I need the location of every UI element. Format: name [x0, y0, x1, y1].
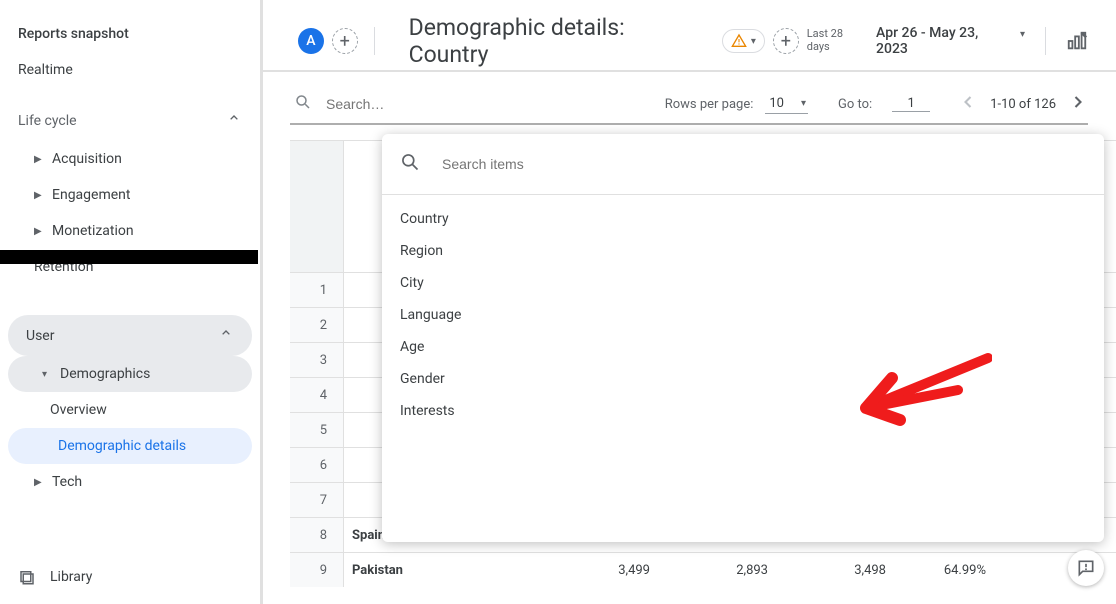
table-toolbar: Rows per page: 10 ▾ Go to: 1 1-10 of 126 [290, 85, 1088, 125]
table-row[interactable]: 9 Pakistan 3,499 2,893 3,498 64.99% [290, 552, 1116, 587]
sidebar-item-label: Overview [50, 402, 107, 418]
row-number: 7 [290, 483, 344, 517]
sidebar-item-realtime[interactable]: Realtime [0, 52, 260, 88]
sidebar-section-label: Life cycle [18, 113, 77, 129]
popover-item-language[interactable]: Language [382, 299, 1104, 331]
caret-down-icon: ▾ [751, 36, 756, 47]
chevron-up-icon [226, 110, 242, 131]
avatar-letter: A [306, 33, 315, 49]
chevron-up-icon [218, 325, 234, 346]
popover-item-country[interactable]: Country [382, 203, 1104, 235]
cell-country: Pakistan [344, 563, 542, 578]
caret-down-icon: ▾ [1020, 29, 1025, 40]
sidebar-item-label: Acquisition [52, 151, 122, 167]
sidebar-item-tech[interactable]: ▶ Tech [0, 464, 260, 500]
row-number: 2 [290, 308, 344, 342]
page-title: Demographic details: Country [409, 14, 708, 68]
caret-right-icon: ▶ [34, 154, 44, 165]
search-icon [400, 152, 420, 176]
sidebar-item-demographic-details[interactable]: Demographic details [8, 428, 252, 464]
cell-metric: 3,499 [542, 563, 660, 578]
sidebar-item-label: Monetization [52, 223, 134, 239]
date-range-value: Apr 26 - May 23, 2023 [876, 25, 1012, 57]
popover-item-gender[interactable]: Gender [382, 363, 1104, 395]
caret-down-icon: ▾ [42, 369, 52, 380]
sidebar-item-label: Demographic details [58, 438, 186, 454]
goto-input[interactable]: 1 [892, 96, 930, 112]
sidebar-item-library[interactable]: Library [18, 568, 92, 586]
rows-per-page-select[interactable]: 10 ▾ [765, 94, 808, 114]
cell-metric: 2,893 [660, 563, 778, 578]
add-comparison-button[interactable]: + [332, 28, 358, 54]
sidebar-item-label: Engagement [52, 187, 130, 203]
dimension-picker-popover: Country Region City Language Age Gender … [382, 134, 1104, 542]
rows-per-page-value: 10 [769, 96, 784, 111]
prev-page-button[interactable] [958, 92, 978, 116]
feedback-button[interactable] [1068, 550, 1104, 586]
row-number: 5 [290, 413, 344, 447]
row-number: 3 [290, 343, 344, 377]
rows-per-page-label: Rows per page: [665, 97, 754, 112]
add-button[interactable]: + [773, 28, 799, 54]
sidebar-item-label: Demographics [60, 366, 150, 382]
popover-item-age[interactable]: Age [382, 331, 1104, 363]
caret-right-icon: ▶ [34, 226, 44, 237]
divider [1045, 27, 1046, 55]
avatar[interactable]: A [298, 28, 324, 54]
redaction-bar [0, 250, 258, 264]
vertical-divider [260, 0, 263, 604]
library-icon [18, 568, 36, 586]
cell-percent: 64.99% [896, 563, 996, 578]
goto-label: Go to: [838, 97, 872, 112]
cell-metric: 3,498 [778, 563, 896, 578]
sidebar: Reports snapshot Realtime Life cycle ▶ A… [0, 0, 260, 604]
sidebar-section-label: User [26, 328, 54, 344]
pagination-range: 1-10 of 126 [990, 97, 1056, 112]
warning-icon [731, 33, 747, 49]
popover-search-input[interactable] [442, 156, 742, 172]
sidebar-item-label: Reports snapshot [18, 26, 129, 42]
caret-down-icon: ▾ [801, 98, 806, 109]
edit-comparisons-icon[interactable] [1066, 30, 1088, 52]
date-range-picker[interactable]: Last 28 days Apr 26 - May 23, 2023 ▾ [807, 25, 1025, 57]
data-quality-badge[interactable]: ▾ [722, 29, 765, 53]
main-content: A + Demographic details: Country ▾ + Las… [260, 0, 1116, 604]
horizontal-divider [260, 70, 1116, 72]
sidebar-section-user[interactable]: User [8, 315, 252, 356]
sidebar-item-label: Realtime [18, 62, 73, 78]
caret-right-icon: ▶ [34, 190, 44, 201]
divider [374, 27, 375, 55]
row-number: 4 [290, 378, 344, 412]
next-page-button[interactable] [1068, 92, 1088, 116]
sidebar-item-acquisition[interactable]: ▶ Acquisition [0, 141, 260, 177]
popover-item-interests[interactable]: Interests [382, 395, 1104, 427]
sidebar-item-overview[interactable]: Overview [0, 392, 260, 428]
sidebar-item-reports-snapshot[interactable]: Reports snapshot [0, 16, 260, 52]
sidebar-item-label: Library [50, 569, 92, 585]
search-icon [294, 93, 312, 115]
search-input[interactable] [326, 96, 526, 112]
row-number: 8 [290, 518, 344, 552]
sidebar-item-engagement[interactable]: ▶ Engagement [0, 177, 260, 213]
popover-item-city[interactable]: City [382, 267, 1104, 299]
row-number: 6 [290, 448, 344, 482]
sidebar-section-lifecycle[interactable]: Life cycle [0, 100, 260, 141]
popover-list: Country Region City Language Age Gender … [382, 195, 1104, 435]
sidebar-item-label: Tech [52, 474, 82, 490]
row-number: 9 [290, 553, 344, 587]
sidebar-item-monetization[interactable]: ▶ Monetization [0, 213, 260, 249]
caret-right-icon: ▶ [34, 477, 44, 488]
row-number: 1 [290, 273, 344, 307]
date-range-small: Last 28 days [807, 27, 868, 53]
popover-item-region[interactable]: Region [382, 235, 1104, 267]
sidebar-item-demographics[interactable]: ▾ Demographics [8, 356, 252, 392]
